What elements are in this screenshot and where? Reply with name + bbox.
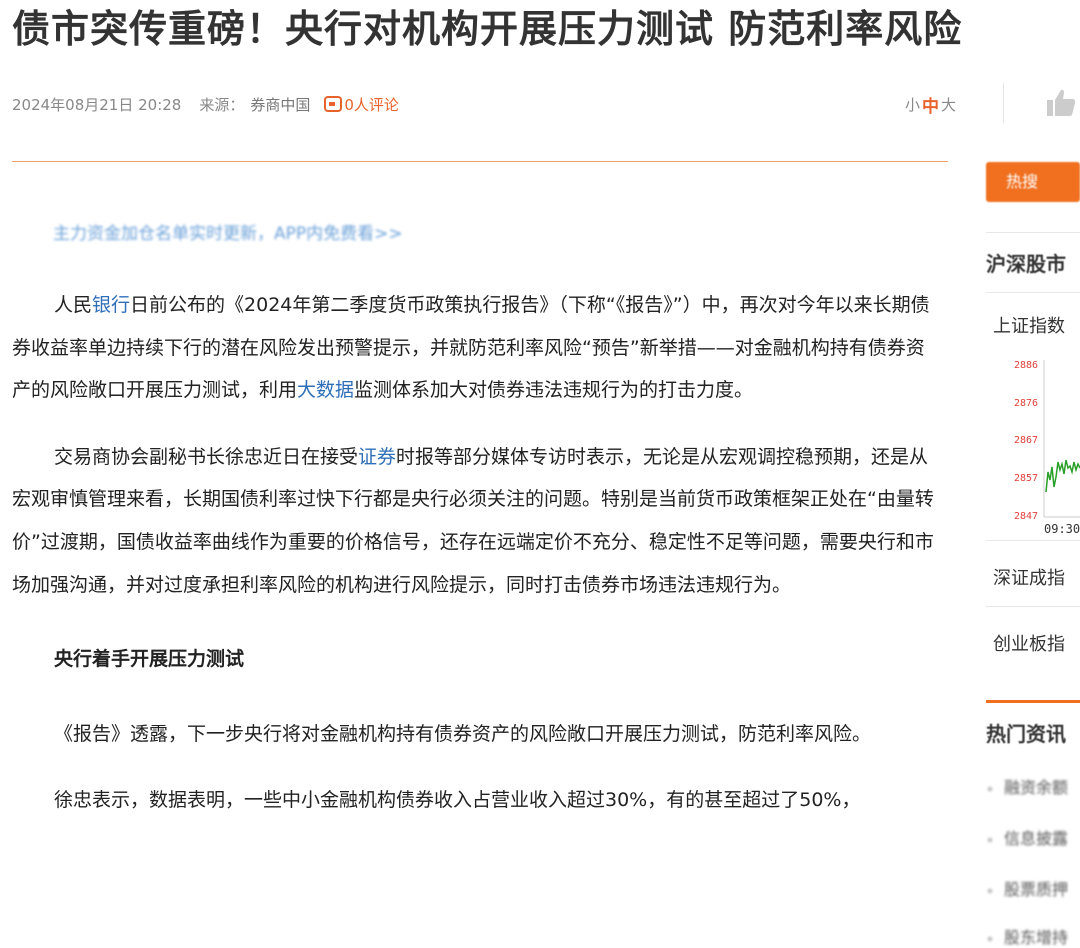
index-chinext[interactable]: 创业板指 (993, 630, 1065, 656)
divider (986, 292, 1080, 293)
index-line (1045, 459, 1080, 493)
hot-news-title: 热门资讯 (986, 722, 1066, 746)
font-size-controls: 小 中 大 (905, 92, 956, 117)
index-shenzhen[interactable]: 深证成指 (993, 564, 1065, 590)
hot-news-item[interactable]: 股票质押 (988, 876, 1068, 900)
publish-date: 2024年08月21日 20:28 (12, 95, 182, 114)
hot-news-item[interactable]: 股东增持 (988, 924, 1068, 948)
title-divider (12, 161, 948, 162)
divider (1003, 83, 1004, 123)
comment-count[interactable]: 0人评论 (344, 94, 399, 115)
chart-tick: 2867 (1014, 435, 1038, 446)
hot-news-item[interactable]: 融资余额 (988, 774, 1068, 798)
paragraph: 徐忠表示，数据表明，一些中小金融机构债券收入占营业收入超过30%，有的甚至超过了… (54, 789, 861, 812)
chart-tick: 2847 (1014, 511, 1038, 522)
source-label: 来源： (199, 95, 245, 114)
chart-tick: 2876 (1014, 398, 1038, 409)
market-title: 沪深股市 (986, 252, 1066, 276)
article-title: 债市突传重磅！央行对机构开展压力测试 防范利率风险 (12, 7, 963, 51)
paragraph: 交易商协会副秘书长徐忠近日在接受证券时报等部分媒体专访时表示，无论是从宏观调控稳… (12, 445, 934, 596)
thumbs-up-icon[interactable] (1046, 88, 1076, 118)
paragraph: 人民银行日前公布的《2024年第二季度货币政策执行报告》（下称“《报告》”）中，… (12, 294, 930, 402)
keyword-link[interactable]: 银行 (92, 294, 130, 316)
font-medium-button[interactable]: 中 (922, 92, 939, 117)
divider (986, 606, 1080, 607)
section-heading: 央行着手开展压力测试 (54, 648, 245, 671)
paragraph: 《报告》透露，下一步央行将对金融机构持有债券资产的风险敞口开展压力测试，防范利率… (54, 722, 872, 745)
article-body: 人民银行日前公布的《2024年第二季度货币政策执行报告》（下称“《报告》”）中，… (12, 284, 942, 846)
chart-tick: 2886 (1014, 360, 1038, 371)
keyword-link[interactable]: 证券 (358, 446, 396, 468)
hot-news-item[interactable]: 信息披露 (988, 825, 1068, 849)
index-mini-chart: 2886 2876 2867 2857 2847 09:30 (1014, 360, 1080, 536)
font-large-button[interactable]: 大 (941, 94, 956, 115)
hot-search-tab[interactable]: 热搜 (986, 162, 1080, 202)
comment-icon[interactable] (324, 96, 343, 112)
chart-time-label: 09:30 (1044, 522, 1080, 536)
article-meta: 2024年08月21日 20:28 来源： 券商中国 0人评论 (12, 93, 399, 115)
divider (986, 540, 1080, 541)
font-small-button[interactable]: 小 (905, 94, 920, 115)
divider (986, 232, 1080, 233)
source-link[interactable]: 券商中国 (250, 94, 310, 115)
keyword-link[interactable]: 大数据 (297, 379, 354, 401)
promo-link[interactable]: 主力资金加仓名单实时更新，APP内免费看>> (53, 219, 403, 244)
section-accent-line (986, 700, 1080, 703)
chart-tick: 2857 (1014, 473, 1038, 484)
index-shanghai[interactable]: 上证指数 (993, 312, 1065, 338)
